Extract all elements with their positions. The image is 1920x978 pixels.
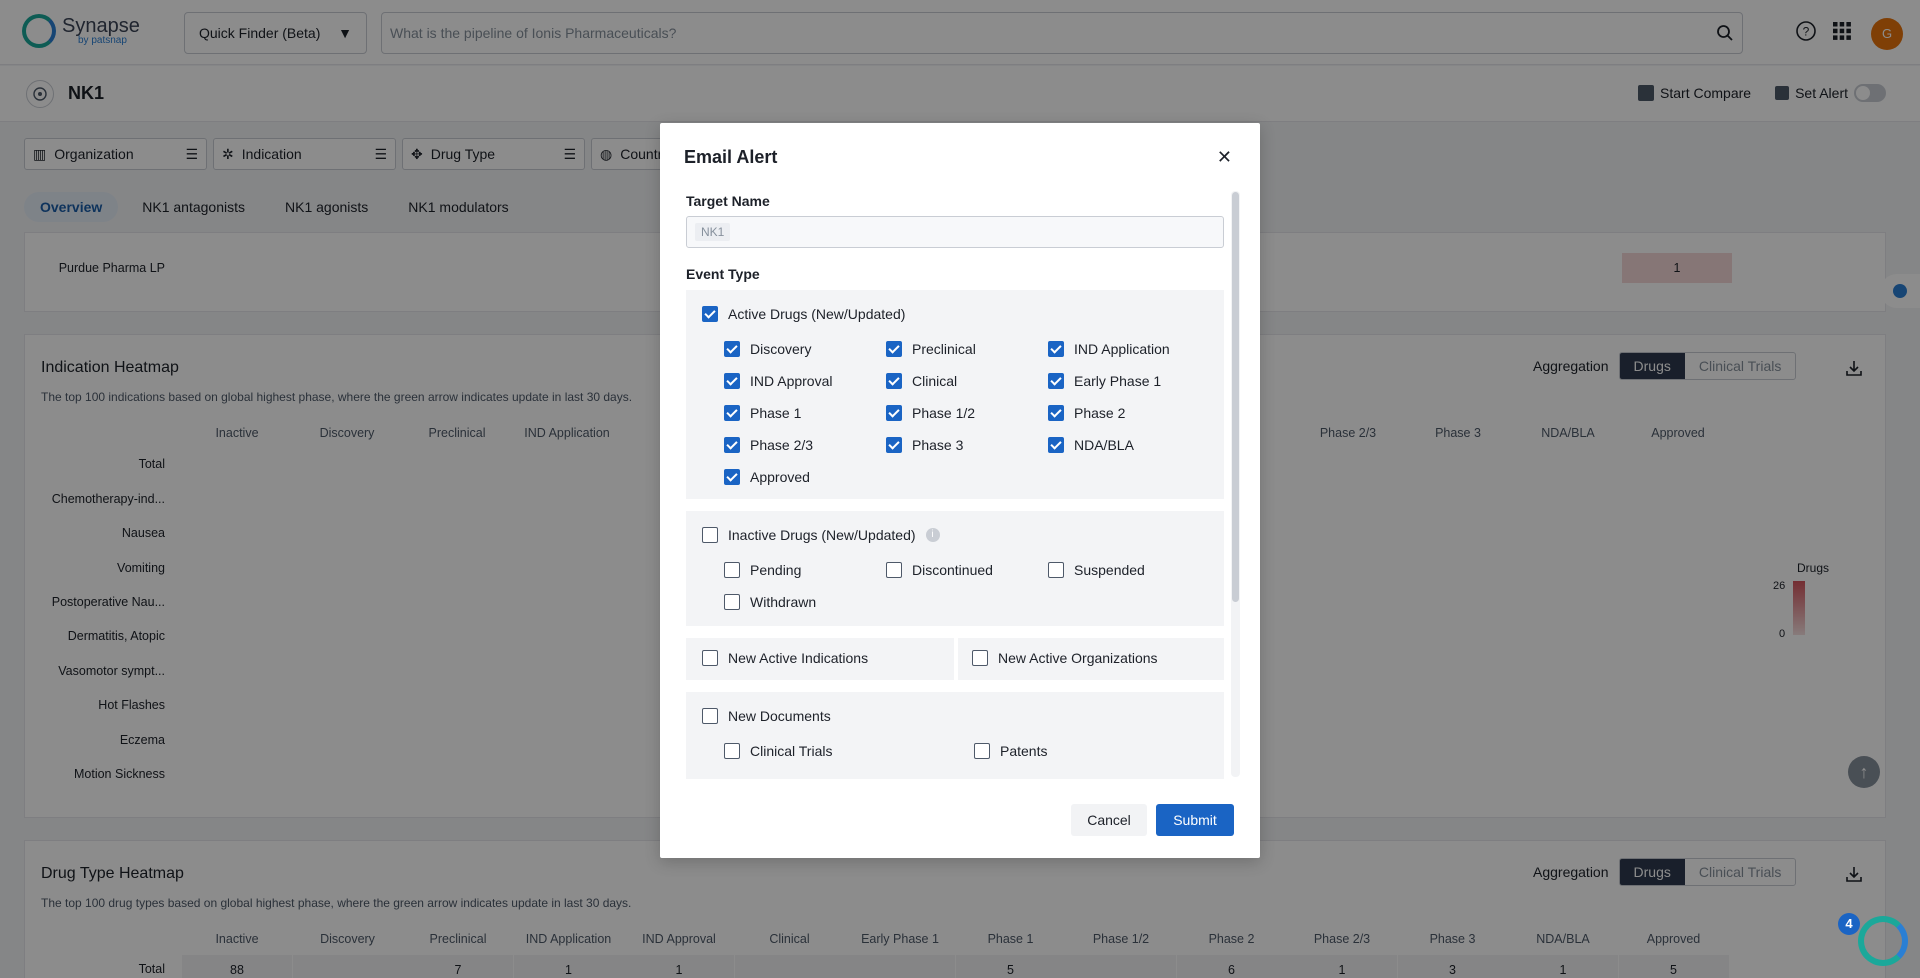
- checkbox-checked-icon: [886, 341, 902, 357]
- checkbox-empty-icon: [724, 594, 740, 610]
- checkbox-checked-icon: [724, 341, 740, 357]
- checkbox-checked-icon: [1048, 373, 1064, 389]
- checkbox-label: Suspended: [1074, 562, 1145, 578]
- inactive-status-checkbox[interactable]: Discontinued: [886, 562, 993, 578]
- new-documents-checkbox[interactable]: New Documents: [702, 708, 831, 724]
- assistant-bot-icon[interactable]: [1858, 916, 1908, 966]
- inactive-status-checkbox[interactable]: Pending: [724, 562, 801, 578]
- checkbox-checked-icon: [1048, 437, 1064, 453]
- checkbox-empty-icon: [724, 743, 740, 759]
- checkbox-checked-icon: [724, 373, 740, 389]
- checkbox-empty-icon: [974, 743, 990, 759]
- checkbox-label: New Active Organizations: [998, 650, 1158, 666]
- new-active-organizations-checkbox[interactable]: New Active Organizations: [972, 650, 1158, 666]
- checkbox-label: Early Phase 1: [1074, 373, 1161, 389]
- dialog-title: Email Alert: [684, 147, 777, 168]
- active-phase-checkbox[interactable]: Phase 1/2: [886, 405, 975, 421]
- checkbox-label: Withdrawn: [750, 594, 816, 610]
- checkbox-empty-icon: [972, 650, 988, 666]
- checkbox-label: Phase 2: [1074, 405, 1125, 421]
- checkbox-empty-icon: [702, 708, 718, 724]
- active-phase-checkbox[interactable]: NDA/BLA: [1048, 437, 1134, 453]
- checkbox-checked-icon: [1048, 341, 1064, 357]
- active-phase-checkbox[interactable]: Phase 2: [1048, 405, 1125, 421]
- checkbox-label: NDA/BLA: [1074, 437, 1134, 453]
- checkbox-label: Phase 3: [912, 437, 963, 453]
- clinical-trials-checkbox[interactable]: Clinical Trials: [724, 743, 832, 759]
- checkbox-label: Phase 1: [750, 405, 801, 421]
- target-tag: NK1: [695, 223, 730, 241]
- checkbox-checked-icon: [886, 373, 902, 389]
- checkbox-label: Clinical Trials: [750, 743, 832, 759]
- inactive-status-checkbox[interactable]: Suspended: [1048, 562, 1145, 578]
- inactive-drugs-group: Inactive Drugs (New/Updated) i Pending Dis…: [686, 511, 1224, 626]
- new-documents-group: New Documents Clinical Trials Patents: [686, 692, 1224, 779]
- checkbox-label: New Active Indications: [728, 650, 868, 666]
- active-phase-checkbox[interactable]: Phase 3: [886, 437, 963, 453]
- active-phase-checkbox[interactable]: IND Approval: [724, 373, 832, 389]
- checkbox-empty-icon: [702, 527, 718, 543]
- checkbox-checked-icon: [886, 437, 902, 453]
- inactive-drugs-checkbox[interactable]: Inactive Drugs (New/Updated) i: [702, 527, 940, 543]
- inactive-status-checkbox[interactable]: Withdrawn: [724, 594, 816, 610]
- active-phase-checkbox[interactable]: IND Application: [1048, 341, 1170, 357]
- checkbox-checked-icon: [702, 306, 718, 322]
- checkbox-checked-icon: [724, 469, 740, 485]
- scrollbar-thumb[interactable]: [1232, 192, 1239, 602]
- active-drugs-checkbox[interactable]: Active Drugs (New/Updated): [702, 306, 905, 322]
- info-icon[interactable]: i: [926, 528, 940, 542]
- active-phase-checkbox[interactable]: Discovery: [724, 341, 811, 357]
- patents-checkbox[interactable]: Patents: [974, 743, 1047, 759]
- cancel-button[interactable]: Cancel: [1071, 804, 1147, 836]
- checkbox-checked-icon: [886, 405, 902, 421]
- submit-button[interactable]: Submit: [1156, 804, 1234, 836]
- checkbox-empty-icon: [1048, 562, 1064, 578]
- new-active-indications-checkbox[interactable]: New Active Indications: [702, 650, 868, 666]
- event-type-label: Event Type: [686, 266, 760, 282]
- active-phase-checkbox[interactable]: Approved: [724, 469, 810, 485]
- close-icon[interactable]: ✕: [1217, 147, 1232, 168]
- checkbox-checked-icon: [1048, 405, 1064, 421]
- active-phase-checkbox[interactable]: Phase 2/3: [724, 437, 813, 453]
- checkbox-label: Active Drugs (New/Updated): [728, 306, 905, 322]
- checkbox-empty-icon: [724, 562, 740, 578]
- dialog-body: Target Name NK1 Event Type Active Drugs …: [686, 189, 1230, 779]
- checkbox-label: Approved: [750, 469, 810, 485]
- new-active-group: New Active Indications New Active Organi…: [686, 638, 1224, 680]
- checkbox-checked-icon: [724, 437, 740, 453]
- checkbox-label: Preclinical: [912, 341, 976, 357]
- checkbox-label: Clinical: [912, 373, 957, 389]
- checkbox-label: Phase 1/2: [912, 405, 975, 421]
- checkbox-label: Phase 2/3: [750, 437, 813, 453]
- notification-badge: 4: [1838, 913, 1860, 935]
- checkbox-empty-icon: [702, 650, 718, 666]
- checkbox-label: IND Approval: [750, 373, 832, 389]
- checkbox-label: Discontinued: [912, 562, 993, 578]
- checkbox-label: New Documents: [728, 708, 831, 724]
- checkbox-empty-icon: [886, 562, 902, 578]
- active-phase-checkbox[interactable]: Preclinical: [886, 341, 976, 357]
- target-name-label: Target Name: [686, 193, 770, 209]
- active-phase-checkbox[interactable]: Phase 1: [724, 405, 801, 421]
- target-name-field: NK1: [686, 216, 1224, 248]
- active-phase-checkbox[interactable]: Clinical: [886, 373, 957, 389]
- checkbox-label: IND Application: [1074, 341, 1170, 357]
- checkbox-label: Patents: [1000, 743, 1047, 759]
- active-phase-checkbox[interactable]: Early Phase 1: [1048, 373, 1161, 389]
- checkbox-label: Inactive Drugs (New/Updated): [728, 527, 916, 543]
- active-drugs-group: Active Drugs (New/Updated) Discovery Prec…: [686, 290, 1224, 499]
- dialog-scrollbar[interactable]: [1231, 191, 1240, 777]
- checkbox-label: Pending: [750, 562, 801, 578]
- checkbox-checked-icon: [724, 405, 740, 421]
- checkbox-label: Discovery: [750, 341, 811, 357]
- email-alert-dialog: Email Alert ✕ Target Name NK1 Event Type…: [660, 123, 1260, 858]
